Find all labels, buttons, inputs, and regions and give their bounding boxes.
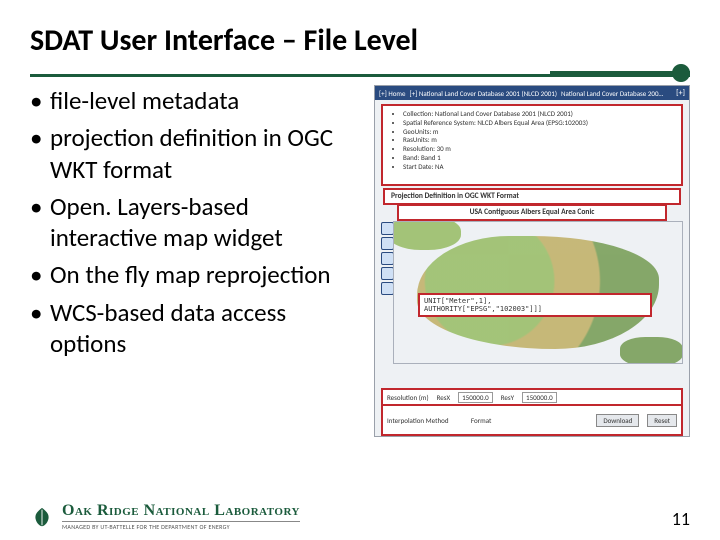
map-widget[interactable]: UNIT["Meter",1], AUTHORITY["EPSG","10200…: [393, 221, 683, 364]
bullet-item: file-level metadata: [30, 85, 360, 116]
map-toolbar: [381, 222, 392, 295]
interpolation-select[interactable]: [457, 416, 463, 425]
projection-name: USA Contiguous Albers Equal Area Conic: [397, 204, 667, 221]
slide: SDAT User Interface – File Level file-le…: [0, 0, 720, 540]
breadcrumb-collection[interactable]: [+] National Land Cover Database 2001 (N…: [410, 89, 557, 98]
lab-name: Oak Ridge National Laboratory: [62, 503, 300, 519]
slide-footer: Oak Ridge National Laboratory MANAGED BY…: [30, 503, 690, 530]
download-row: Interpolation Method Format Download Res…: [381, 404, 683, 436]
bullet-item: Open. Layers-based interactive map widge…: [30, 191, 360, 254]
slide-title: SDAT User Interface – File Level: [30, 24, 690, 57]
projection-definition-label: Projection Definition in OGC WKT Format: [383, 188, 681, 205]
page-number: 11: [672, 508, 690, 530]
reset-button[interactable]: Reset: [647, 414, 677, 427]
lab-subtitle: MANAGED BY UT-BATTELLE FOR THE DEPARTMEN…: [62, 521, 300, 530]
lab-logo-block: Oak Ridge National Laboratory MANAGED BY…: [30, 503, 300, 530]
bullet-item: projection definition in OGC WKT format: [30, 122, 360, 185]
breadcrumb-home[interactable]: [+] Home: [379, 89, 406, 98]
metadata-panel: Collection: National Land Cover Database…: [381, 104, 683, 186]
interpolation-label: Interpolation Method: [387, 416, 449, 425]
bullet-item: WCS-based data access options: [30, 297, 360, 360]
bullet-list: file-level metadata projection definitio…: [30, 85, 360, 365]
resy-label: ResY: [501, 393, 514, 402]
resx-label: ResX: [437, 393, 451, 402]
metadata-item: Start Date: NA: [403, 163, 675, 172]
resolution-label: Resolution (m): [387, 393, 429, 402]
breadcrumb-bar: [+] Home [+] National Land Cover Databas…: [375, 86, 689, 100]
format-select[interactable]: [499, 416, 505, 425]
format-label: Format: [471, 416, 491, 425]
metadata-item: Spatial Reference System: NLCD Albers Eq…: [403, 119, 675, 128]
body-row: file-level metadata projection definitio…: [30, 85, 690, 437]
metadata-item: GeoUnits: m: [403, 128, 675, 137]
resx-input[interactable]: 150000.0: [458, 392, 493, 403]
resy-input[interactable]: 150000.0: [522, 392, 557, 403]
app-screenshot: [+] Home [+] National Land Cover Databas…: [374, 85, 690, 437]
breadcrumb-file[interactable]: National Land Cover Database 200…: [561, 89, 663, 98]
projection-wkt-text: UNIT["Meter",1], AUTHORITY["EPSG","10200…: [418, 293, 652, 317]
bullet-item: On the fly map reprojection: [30, 259, 360, 290]
breadcrumb-expand-icon[interactable]: [+]: [676, 88, 685, 98]
oak-leaf-icon: [30, 506, 54, 528]
download-button[interactable]: Download: [596, 414, 639, 427]
metadata-item: Resolution: 30 m: [403, 145, 675, 154]
